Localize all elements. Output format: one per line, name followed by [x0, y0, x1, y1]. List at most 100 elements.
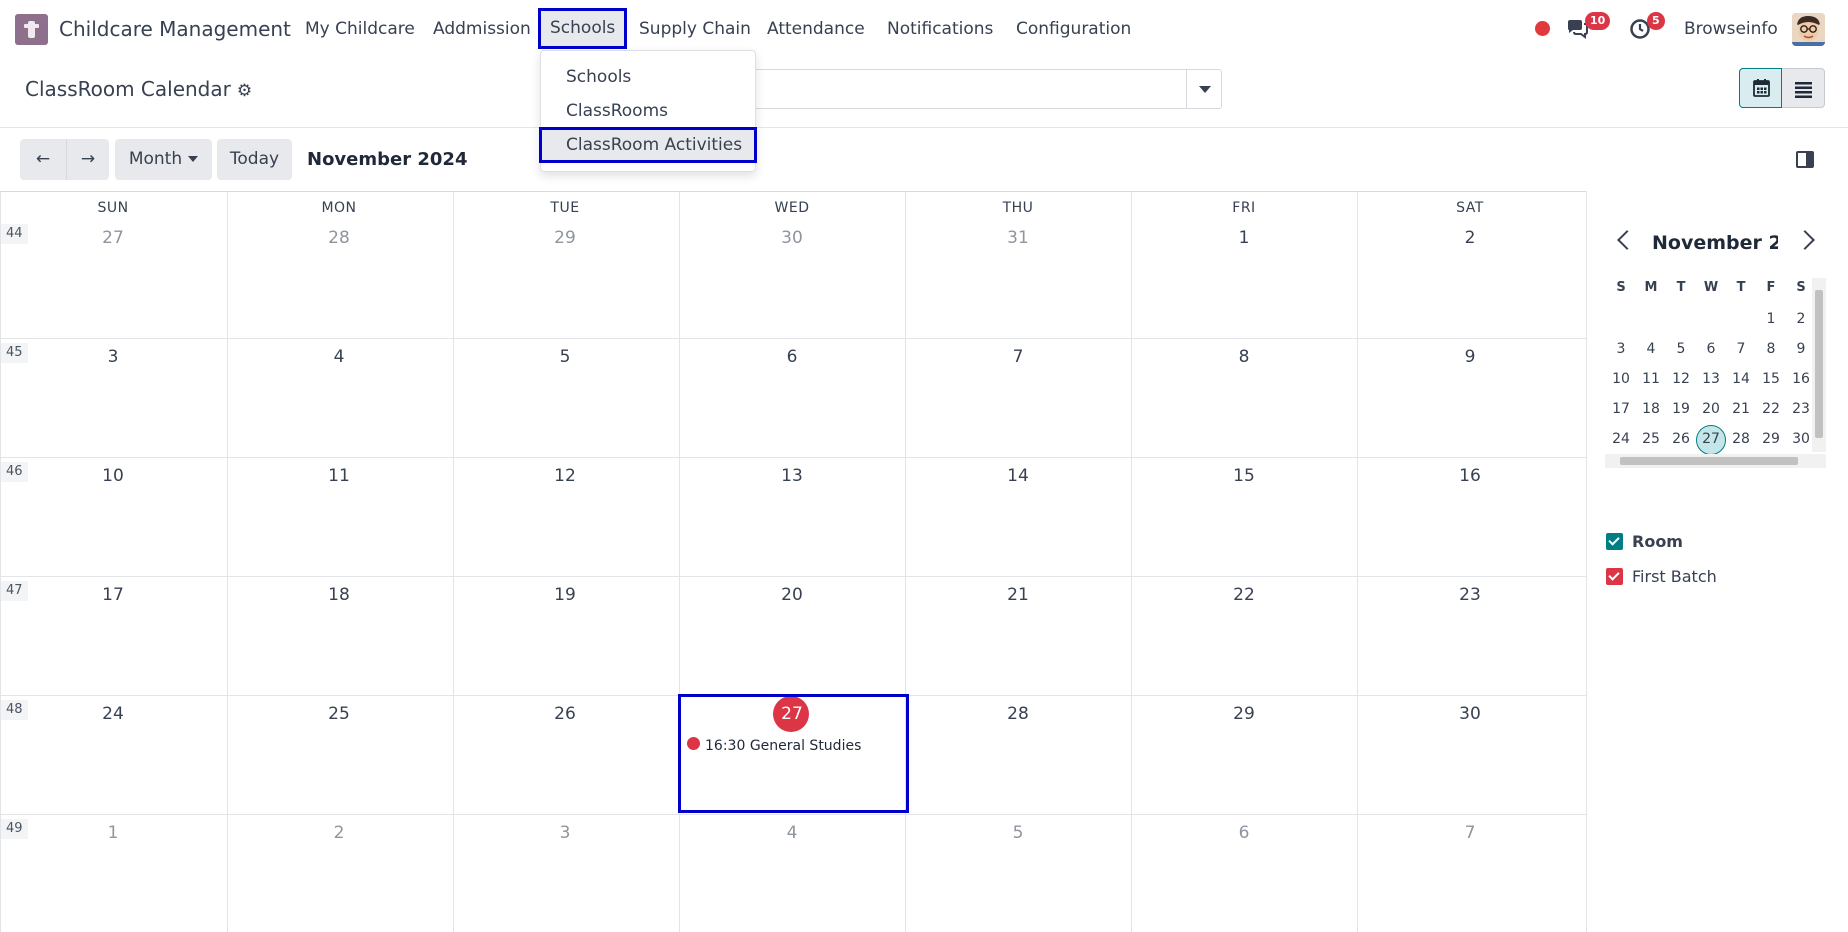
day-cell-number[interactable]: 10 — [0, 466, 226, 486]
room-filter-checkbox[interactable] — [1606, 533, 1623, 550]
day-cell-number[interactable]: 19 — [452, 585, 678, 605]
day-cell-number[interactable]: 4 — [679, 823, 905, 843]
menu-supply-chain[interactable]: Supply Chain — [639, 19, 751, 39]
grid-row-line — [0, 338, 1586, 339]
day-cell-number[interactable]: 7 — [905, 347, 1131, 367]
mini-day[interactable]: 11 — [1636, 371, 1666, 387]
day-cell-number[interactable]: 21 — [905, 585, 1131, 605]
app-logo-icon[interactable] — [15, 14, 48, 45]
mini-day[interactable]: 18 — [1636, 401, 1666, 417]
day-cell-number[interactable]: 13 — [679, 466, 905, 486]
scale-dropdown-button[interactable]: Month — [115, 139, 212, 180]
sidebar-toggle-icon[interactable] — [1796, 151, 1814, 168]
mini-day[interactable]: 28 — [1726, 431, 1756, 447]
day-cell-number[interactable]: 2 — [226, 823, 452, 843]
day-cell-number[interactable]: 17 — [0, 585, 226, 605]
mini-day[interactable]: 4 — [1636, 341, 1666, 357]
list-view-button[interactable] — [1782, 68, 1825, 108]
day-cell-number[interactable]: 23 — [1357, 585, 1583, 605]
mini-day[interactable]: 17 — [1606, 401, 1636, 417]
day-cell-number[interactable]: 29 — [1131, 704, 1357, 724]
list-icon — [1795, 82, 1812, 98]
day-cell-number[interactable]: 4 — [226, 347, 452, 367]
today-button[interactable]: Today — [217, 139, 292, 180]
mini-day[interactable]: 22 — [1756, 401, 1786, 417]
weekday-header: SUN — [97, 200, 129, 216]
dropdown-item-classrooms[interactable]: ClassRooms — [540, 94, 756, 128]
mini-day[interactable]: 5 — [1666, 341, 1696, 357]
mini-day[interactable]: 20 — [1696, 401, 1726, 417]
day-cell-number[interactable]: 5 — [905, 823, 1131, 843]
day-cell-number[interactable]: 28 — [905, 704, 1131, 724]
day-cell-number[interactable]: 31 — [905, 228, 1131, 248]
mini-day[interactable]: 25 — [1636, 431, 1666, 447]
search-options-toggle-button[interactable] — [1186, 69, 1222, 109]
day-cell-number[interactable]: 3 — [452, 823, 678, 843]
day-cell-number[interactable]: 6 — [679, 347, 905, 367]
day-cell-number[interactable]: 8 — [1131, 347, 1357, 367]
first-batch-filter-checkbox[interactable] — [1606, 568, 1623, 585]
next-period-button[interactable]: → — [66, 139, 109, 180]
day-cell-number[interactable]: 1 — [0, 823, 226, 843]
day-cell-number[interactable]: 27 — [0, 228, 226, 248]
mini-day[interactable]: 14 — [1726, 371, 1756, 387]
day-cell-number[interactable]: 26 — [452, 704, 678, 724]
mini-day[interactable]: 29 — [1756, 431, 1786, 447]
mini-day[interactable]: 10 — [1606, 371, 1636, 387]
user-name[interactable]: Browseinfo — [1684, 19, 1778, 39]
dropdown-item-classroom-activities[interactable]: ClassRoom Activities — [539, 127, 757, 163]
day-cell-number[interactable]: 5 — [452, 347, 678, 367]
day-cell-number[interactable]: 28 — [226, 228, 452, 248]
calendar-event[interactable]: 16:30 General Studies — [705, 738, 861, 754]
day-cell-number[interactable]: 18 — [226, 585, 452, 605]
day-cell-number[interactable]: 15 — [1131, 466, 1357, 486]
previous-period-button[interactable]: ← — [20, 139, 66, 180]
mini-day[interactable]: 21 — [1726, 401, 1756, 417]
day-cell-number[interactable]: 20 — [679, 585, 905, 605]
menu-addmission[interactable]: Addmission — [433, 19, 531, 39]
current-period-label: November 2024 — [307, 149, 468, 170]
dropdown-item-schools[interactable]: Schools — [540, 60, 756, 94]
mini-day[interactable]: 7 — [1726, 341, 1756, 357]
menu-configuration[interactable]: Configuration — [1016, 19, 1131, 39]
mini-day[interactable]: 6 — [1696, 341, 1726, 357]
day-cell-number[interactable]: 24 — [0, 704, 226, 724]
day-cell-number[interactable]: 6 — [1131, 823, 1357, 843]
day-cell-number[interactable]: 9 — [1357, 347, 1583, 367]
mini-calendar-horizontal-scroll-thumb[interactable] — [1620, 457, 1798, 465]
day-cell-number[interactable]: 1 — [1131, 228, 1357, 248]
day-cell-number[interactable]: 30 — [679, 228, 905, 248]
mini-day[interactable]: 13 — [1696, 371, 1726, 387]
day-cell-number[interactable]: 2 — [1357, 228, 1583, 248]
recording-indicator-icon[interactable] — [1535, 21, 1550, 36]
day-cell-number[interactable]: 30 — [1357, 704, 1583, 724]
day-cell-number[interactable]: 25 — [226, 704, 452, 724]
day-cell-number[interactable]: 29 — [452, 228, 678, 248]
mini-day[interactable]: 15 — [1756, 371, 1786, 387]
menu-attendance[interactable]: Attendance — [767, 19, 865, 39]
mini-day[interactable]: 12 — [1666, 371, 1696, 387]
search-input[interactable] — [740, 69, 1186, 109]
mini-day[interactable]: 1 — [1756, 311, 1786, 327]
mini-day-today[interactable]: 27 — [1696, 431, 1726, 447]
day-cell-number[interactable]: 11 — [226, 466, 452, 486]
mini-day[interactable]: 3 — [1606, 341, 1636, 357]
mini-calendar-vertical-scroll-thumb[interactable] — [1815, 290, 1823, 438]
mini-day[interactable]: 26 — [1666, 431, 1696, 447]
menu-notifications[interactable]: Notifications — [887, 19, 993, 39]
calendar-view-button[interactable] — [1739, 68, 1782, 108]
day-cell-number[interactable]: 14 — [905, 466, 1131, 486]
day-cell-number[interactable]: 12 — [452, 466, 678, 486]
mini-day[interactable]: 19 — [1666, 401, 1696, 417]
menu-my-childcare[interactable]: My Childcare — [305, 19, 415, 39]
menu-schools[interactable]: Schools — [537, 8, 628, 49]
mini-day[interactable]: 8 — [1756, 341, 1786, 357]
mini-day[interactable]: 24 — [1606, 431, 1636, 447]
user-avatar[interactable] — [1792, 13, 1825, 46]
gear-icon[interactable]: ⚙ — [237, 81, 252, 101]
day-cell-number[interactable]: 3 — [0, 347, 226, 367]
day-cell-number[interactable]: 7 — [1357, 823, 1583, 843]
day-cell-number[interactable]: 16 — [1357, 466, 1583, 486]
app-title[interactable]: Childcare Management — [59, 17, 291, 41]
day-cell-number[interactable]: 22 — [1131, 585, 1357, 605]
